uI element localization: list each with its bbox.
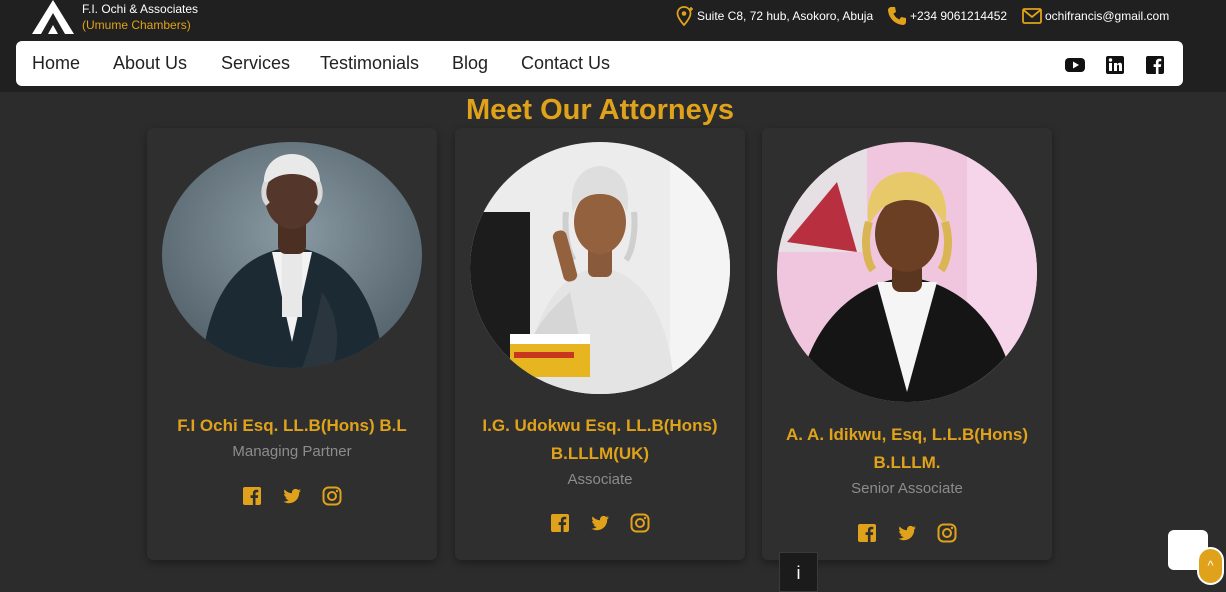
phone-icon [888, 7, 906, 25]
attorney-socials [762, 523, 1052, 543]
attorney-card: F.I Ochi Esq. LL.B(Hons) B.L Managing Pa… [147, 128, 437, 560]
section-heading: Meet Our Attorneys [465, 94, 735, 126]
attorney-name: I.G. Udokwu Esq. LL.B(Hons) [482, 416, 718, 435]
attorney-name: A. A. Idikwu, Esq, L.L.B(Hons) [785, 425, 1029, 444]
attorney-role: Managing Partner [232, 443, 352, 460]
nav-about-us[interactable]: About Us [113, 53, 187, 74]
firm-logo-icon[interactable] [32, 0, 74, 34]
nav-contact-us[interactable]: Contact Us [521, 53, 610, 74]
twitter-icon[interactable] [897, 523, 917, 543]
facebook-icon[interactable] [242, 486, 262, 506]
nav-testimonials[interactable]: Testimonials [320, 53, 419, 74]
nav-services[interactable]: Services [221, 53, 290, 74]
address-text: Suite C8, 72 hub, Asokoro, Abuja [697, 9, 874, 23]
nav-blog[interactable]: Blog [452, 53, 488, 74]
facebook-icon[interactable] [1145, 55, 1165, 75]
scroll-to-top-button[interactable]: ^ [1197, 547, 1224, 585]
nav-home[interactable]: Home [32, 53, 80, 74]
attorney-role: Associate [567, 471, 633, 488]
attorney-card: I.G. Udokwu Esq. LL.B(Hons) B.LLLM(UK) A… [455, 128, 745, 560]
attorney-socials [455, 513, 745, 533]
attorney-photo [777, 142, 1037, 402]
attorney-name-line2: B.LLLM. [873, 453, 941, 472]
attorney-name: F.I Ochi Esq. LL.B(Hons) B.L [177, 416, 407, 435]
phone-text[interactable]: +234 9061214452 [910, 9, 1007, 23]
attorney-card: A. A. Idikwu, Esq, L.L.B(Hons) B.LLLM. S… [762, 128, 1052, 560]
top-bar: F.I. Ochi & Associates (Umume Chambers) … [0, 0, 1226, 92]
linkedin-icon[interactable] [1105, 55, 1125, 75]
brand-name[interactable]: F.I. Ochi & Associates [82, 2, 198, 16]
brand-subtitle: (Umume Chambers) [82, 18, 191, 32]
attorney-portrait-image [162, 142, 422, 368]
instagram-icon[interactable] [630, 513, 650, 533]
attorney-photo [470, 142, 730, 394]
info-button[interactable]: i [779, 552, 818, 592]
twitter-icon[interactable] [282, 486, 302, 506]
attorney-portrait-image [777, 142, 1037, 402]
facebook-icon[interactable] [857, 523, 877, 543]
twitter-icon[interactable] [590, 513, 610, 533]
attorney-name-line2: B.LLLM(UK) [550, 444, 650, 463]
location-pin-icon [676, 6, 693, 26]
phone-contact[interactable]: +234 9061214452 [887, 6, 1007, 26]
youtube-icon[interactable] [1065, 55, 1085, 75]
attorney-photo [162, 142, 422, 368]
main-navigation: Home About Us Services Testimonials Blog… [16, 41, 1183, 86]
address-contact: Suite C8, 72 hub, Asokoro, Abuja [676, 6, 873, 26]
attorney-role: Senior Associate [851, 480, 963, 497]
attorney-socials [147, 486, 437, 506]
email-contact[interactable]: ochifrancis@gmail.com [1022, 6, 1169, 26]
email-text[interactable]: ochifrancis@gmail.com [1045, 9, 1169, 23]
instagram-icon[interactable] [322, 486, 342, 506]
facebook-icon[interactable] [550, 513, 570, 533]
instagram-icon[interactable] [937, 523, 957, 543]
attorney-portrait-image [470, 142, 730, 394]
email-icon [1022, 8, 1042, 24]
